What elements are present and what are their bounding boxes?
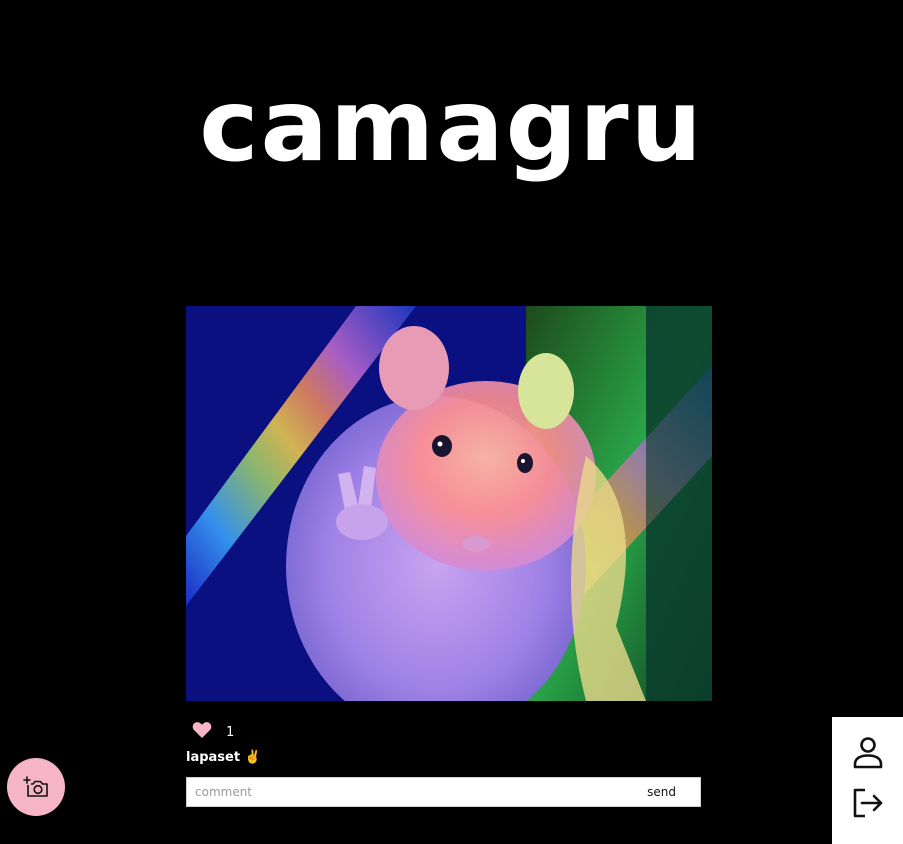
add-photo-camera-icon <box>23 776 48 797</box>
logout-icon <box>853 788 883 818</box>
app-logo[interactable]: camagru <box>0 66 903 186</box>
page: camagru 1 lapaset ✌️ comment send <box>0 0 903 844</box>
heart-icon <box>192 722 212 738</box>
like-count: 1 <box>226 724 235 740</box>
side-menu <box>832 717 903 844</box>
like-button[interactable] <box>192 721 212 743</box>
add-photo-button[interactable] <box>7 758 65 816</box>
likes-row: 1 <box>186 721 712 743</box>
send-button[interactable]: send <box>641 782 682 802</box>
profile-icon <box>853 737 883 769</box>
post-caption: lapaset ✌️ <box>186 750 261 765</box>
comment-input[interactable] <box>187 778 633 806</box>
post-image-art <box>186 306 712 701</box>
logout-button[interactable] <box>850 785 886 821</box>
profile-button[interactable] <box>850 735 886 771</box>
comment-form: send <box>186 777 701 807</box>
post-card: 1 lapaset ✌️ send <box>186 306 712 807</box>
post-image[interactable] <box>186 306 712 701</box>
